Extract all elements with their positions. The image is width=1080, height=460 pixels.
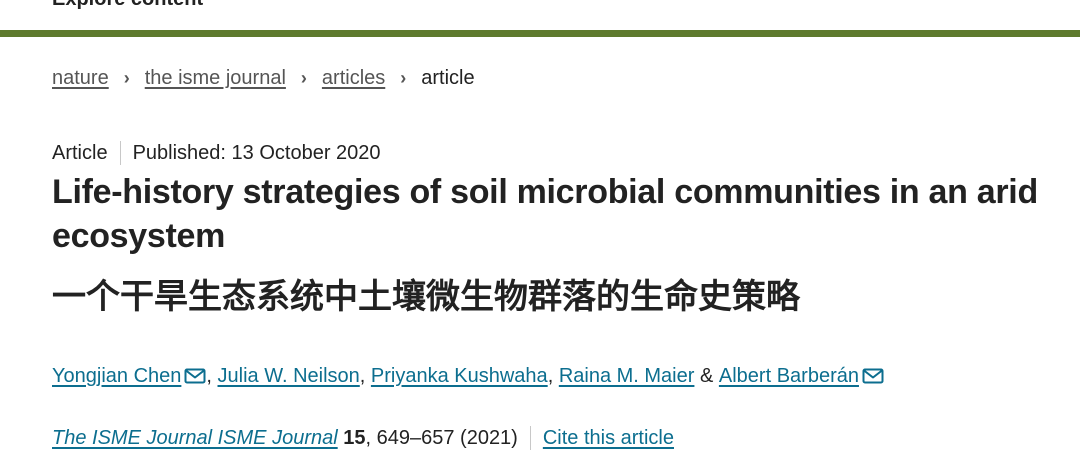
citation-line: The ISME Journal ISME Journal 15, 649–65… (52, 424, 674, 452)
pages-year: , 649–657 (2021) (365, 426, 518, 449)
breadcrumb-nature-link[interactable]: nature (52, 67, 109, 90)
breadcrumb-journal-link[interactable]: the isme journal (145, 67, 286, 90)
chevron-right-icon: › (400, 67, 407, 88)
journal-link[interactable]: The ISME Journal ISME Journal (52, 427, 338, 450)
author-ampersand: & (699, 364, 714, 387)
cite-this-article-link[interactable]: Cite this article (543, 427, 674, 450)
header-accent-rule (0, 30, 1080, 37)
article-meta: Article Published: 13 October 2020 (52, 140, 381, 166)
meta-divider (119, 141, 121, 165)
article-title-chinese: 一个干旱生态系统中土壤微生物群落的生命史策略 (52, 277, 800, 317)
breadcrumb: nature › the isme journal › articles › a… (52, 64, 475, 92)
published-date: Published: 13 October 2020 (132, 141, 381, 164)
envelope-icon[interactable] (184, 368, 206, 384)
top-nav-strip: Explore content (0, 0, 1080, 30)
breadcrumb-current: article (421, 66, 475, 89)
volume-number: 15 (343, 426, 366, 449)
explore-content-menu[interactable]: Explore content (52, 0, 203, 11)
author-separator: , (359, 364, 366, 387)
article-title: Life-history strategies of soil microbia… (52, 173, 1038, 255)
article-type: Article (52, 141, 108, 164)
author-link[interactable]: Priyanka Kushwaha (371, 365, 548, 388)
envelope-icon[interactable] (862, 368, 884, 384)
author-separator: , (206, 364, 212, 387)
citation-divider (529, 426, 531, 450)
chevron-right-icon: › (123, 67, 130, 88)
chevron-right-icon: › (300, 67, 307, 88)
author-link[interactable]: Albert Barberán (719, 365, 859, 388)
author-link[interactable]: Julia W. Neilson (218, 365, 360, 388)
author-list: Yongjian Chen , Julia W. Neilson , Priya… (52, 362, 884, 390)
breadcrumb-articles-link[interactable]: articles (322, 67, 385, 90)
author-link[interactable]: Yongjian Chen (52, 365, 181, 388)
author-link[interactable]: Raina M. Maier (559, 365, 695, 388)
author-separator: , (547, 364, 554, 387)
